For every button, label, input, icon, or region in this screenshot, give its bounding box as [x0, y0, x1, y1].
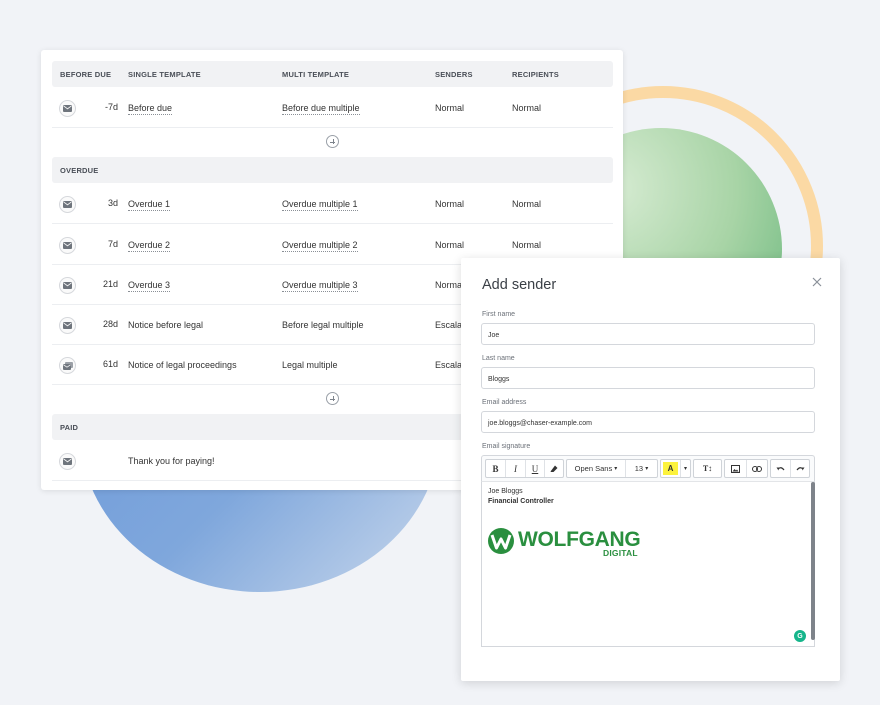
image-icon[interactable]	[725, 460, 746, 477]
text-color-button[interactable]: A	[663, 462, 678, 475]
history-group	[770, 459, 810, 478]
plus-circle-icon[interactable]	[326, 135, 339, 148]
signature-role: Financial Controller	[488, 498, 554, 505]
editor-scrollbar[interactable]	[811, 482, 815, 640]
chevron-down-icon: ▾	[614, 466, 618, 472]
format-button-group: B I U	[485, 459, 564, 478]
multi-template-link[interactable]: Before due multiple	[282, 103, 360, 115]
single-template-link[interactable]: Overdue 1	[128, 199, 171, 211]
single-template-link[interactable]: Notice before legal	[128, 320, 203, 330]
multi-template-link[interactable]: Overdue multiple 1	[282, 199, 358, 211]
column-header-single-template: SINGLE TEMPLATE	[128, 70, 201, 79]
underline-button[interactable]: U	[525, 460, 544, 477]
signature-name: Joe Bloggs	[488, 488, 523, 495]
senders-value: Normal	[435, 280, 465, 290]
table-row[interactable]: 3d Overdue 1 Overdue multiple 1 Normal N…	[52, 184, 613, 224]
bold-button[interactable]: B	[486, 460, 505, 477]
multi-template-link[interactable]: Legal multiple	[282, 360, 338, 370]
signature-label: Email signature	[482, 443, 531, 450]
chevron-down-icon: ▾	[645, 466, 649, 472]
font-size-value: 13	[634, 464, 644, 473]
recipients-value: Normal	[512, 103, 542, 113]
envelope-icon	[59, 237, 76, 254]
text-style-button[interactable]: T↕	[694, 460, 721, 477]
insert-group	[724, 459, 768, 478]
last-name-input[interactable]: Bloggs	[481, 367, 815, 389]
email-input[interactable]: joe.bloggs@chaser-example.com	[481, 411, 815, 433]
single-template-link[interactable]: Thank you for paying!	[128, 456, 215, 466]
column-header-senders: SENDERS	[435, 70, 473, 79]
senders-value: Normal	[435, 240, 465, 250]
envelope-icon	[59, 277, 76, 294]
section-header-before-due: BEFORE DUE SINGLE TEMPLATE MULTI TEMPLAT…	[52, 61, 613, 87]
single-template-link[interactable]: Before due	[128, 103, 173, 115]
font-size-select[interactable]: 13 ▾	[625, 460, 657, 477]
column-header-recipients: RECIPIENTS	[512, 70, 560, 79]
italic-button[interactable]: I	[505, 460, 525, 477]
single-template-link[interactable]: Overdue 2	[128, 240, 171, 252]
font-family-value: Open Sans	[574, 464, 613, 473]
envelope-icon	[59, 453, 76, 470]
multi-template-link[interactable]: Overdue multiple 3	[282, 280, 358, 292]
first-name-input[interactable]: Joe	[481, 323, 815, 345]
row-days: 28d	[102, 319, 118, 329]
color-group: A ▾	[660, 459, 691, 478]
first-name-label: First name	[482, 311, 516, 318]
single-template-link[interactable]: Notice of legal proceedings	[128, 360, 237, 370]
link-icon[interactable]	[746, 460, 767, 477]
recipients-value: Normal	[512, 240, 542, 250]
wolfgang-digital-logo: WOLFGANG DIGITAL	[487, 527, 652, 561]
single-template-link[interactable]: Overdue 3	[128, 280, 171, 292]
font-select-group: Open Sans ▾ 13 ▾	[566, 459, 658, 478]
row-days: 61d	[102, 359, 118, 369]
add-sender-dialog: Add sender First name Joe Last name Blog…	[461, 258, 840, 681]
envelopes-stack-icon	[59, 357, 76, 374]
recipients-value: Normal	[512, 199, 542, 209]
row-days: -7d	[104, 102, 118, 112]
wolf-logo-icon	[488, 528, 514, 554]
column-header-before-due: BEFORE DUE	[60, 70, 112, 79]
envelope-icon	[59, 196, 76, 213]
multi-template-link[interactable]: Overdue multiple 2	[282, 240, 358, 252]
multi-template-link[interactable]: Before legal multiple	[282, 320, 364, 330]
logo-subtitle: DIGITAL	[603, 548, 638, 558]
redo-icon[interactable]	[790, 460, 809, 477]
chevron-down-icon[interactable]: ▾	[680, 460, 690, 477]
eraser-icon[interactable]	[544, 460, 563, 477]
undo-icon[interactable]	[771, 460, 790, 477]
font-family-select[interactable]: Open Sans ▾	[567, 460, 625, 477]
dialog-title: Add sender	[482, 277, 557, 293]
row-days: 21d	[102, 279, 118, 289]
column-header-multi-template: MULTI TEMPLATE	[282, 70, 350, 79]
senders-value: Normal	[435, 199, 465, 209]
close-icon[interactable]	[810, 275, 824, 289]
text-style-group: T↕	[693, 459, 722, 478]
section-title-overdue: OVERDUE	[60, 166, 99, 175]
section-header-overdue: OVERDUE	[52, 157, 613, 183]
editor-toolbar: B I U Open Sans ▾ 13 ▾ A ▾ T↕	[481, 455, 815, 481]
add-row-before-due	[52, 128, 613, 157]
senders-value: Normal	[435, 103, 465, 113]
grammarly-icon[interactable]: G	[794, 630, 806, 642]
envelope-icon	[59, 100, 76, 117]
table-row[interactable]: -7d Before due Before due multiple Norma…	[52, 88, 613, 128]
row-days: 7d	[107, 239, 118, 249]
signature-editor[interactable]: Joe Bloggs Financial Controller WOLFGANG…	[481, 481, 815, 647]
row-days: 3d	[107, 198, 118, 208]
email-label: Email address	[482, 399, 527, 406]
last-name-label: Last name	[482, 355, 515, 362]
envelope-icon	[59, 317, 76, 334]
plus-circle-icon[interactable]	[326, 392, 339, 405]
section-title-paid: PAID	[60, 423, 79, 432]
